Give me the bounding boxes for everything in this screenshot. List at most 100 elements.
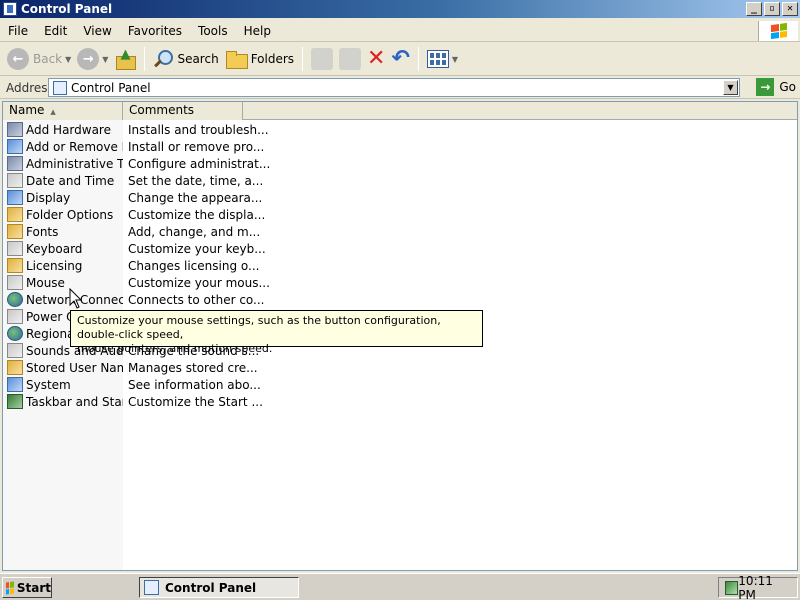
date-time-icon	[7, 173, 23, 188]
regional-options-icon	[7, 326, 23, 341]
folder-options-icon	[7, 207, 23, 222]
menu-favorites[interactable]: Favorites	[120, 24, 190, 38]
delete-x-icon: ✕	[367, 46, 386, 71]
forward-dropdown-icon[interactable]: ▼	[102, 55, 108, 64]
views-dropdown-icon[interactable]: ▼	[452, 55, 458, 64]
item-comment: Customize the Start ...	[128, 394, 263, 409]
list-item[interactable]: Date and Time Set the date, time, a...	[3, 172, 797, 189]
list-item[interactable]: Mouse Customize your mous...	[3, 274, 797, 291]
maximize-button[interactable]: ▫	[764, 2, 780, 16]
system-icon	[7, 377, 23, 392]
search-button[interactable]: Search	[150, 45, 221, 73]
item-name: Keyboard	[26, 241, 83, 256]
views-button[interactable]: ▼	[424, 45, 461, 73]
taskbar-start-icon	[7, 394, 23, 409]
item-name: Add Hardware	[26, 122, 111, 137]
folders-button[interactable]: Folders	[222, 45, 297, 73]
back-button[interactable]: ← Back ▼	[4, 45, 74, 73]
toolbar-separator	[302, 47, 304, 71]
list-rows: Add Hardware Installs and troublesh... Ad…	[3, 121, 797, 410]
start-label: Start	[16, 580, 51, 595]
list-item[interactable]: Taskbar and Start... Customize the Start …	[3, 393, 797, 410]
list-item[interactable]: Administrative Tools Configure administra…	[3, 155, 797, 172]
list-item[interactable]: Keyboard Customize your keyb...	[3, 240, 797, 257]
list-item[interactable]: Add or Remove Pr... Install or remove pro…	[3, 138, 797, 155]
column-header-name[interactable]: Name ▲	[3, 102, 123, 120]
taskbar-item-label: Control Panel	[165, 580, 257, 595]
item-comment: Add, change, and m...	[128, 224, 261, 239]
windows-logo	[758, 21, 798, 41]
stored-user-names-icon	[7, 360, 23, 375]
menu-bar: File Edit View Favorites Tools Help	[0, 20, 800, 42]
column-name-label: Name	[9, 103, 45, 117]
item-name: Stored User Name...	[26, 360, 123, 375]
close-button[interactable]: ✕	[782, 2, 798, 16]
list-item[interactable]: Display Change the appeara...	[3, 189, 797, 206]
list-item[interactable]: Network Connecti...Connects to other co.…	[3, 291, 797, 308]
list-item[interactable]: Fonts Add, change, and m...	[3, 223, 797, 240]
list-item[interactable]: Licensing Changes licensing o...	[3, 257, 797, 274]
address-dropdown-icon[interactable]: ▼	[723, 80, 738, 95]
item-comment: Configure administrat...	[128, 156, 271, 171]
address-bar: Address Control Panel ▼ → Go	[0, 77, 800, 99]
item-comment: Customize the displa...	[128, 207, 266, 222]
go-button[interactable]: → Go	[756, 78, 796, 96]
menu-view[interactable]: View	[75, 24, 119, 38]
back-label: Back	[33, 52, 63, 66]
menu-tools[interactable]: Tools	[190, 24, 236, 38]
delete-button[interactable]: ✕	[364, 45, 388, 73]
address-input[interactable]: Control Panel ▼	[48, 78, 740, 97]
toolbar-separator	[417, 47, 419, 71]
item-name: Administrative Tools	[26, 156, 123, 171]
add-remove-programs-icon	[7, 139, 23, 154]
item-comment: Customize your keyb...	[128, 241, 266, 256]
add-hardware-icon	[7, 122, 23, 137]
folders-icon	[225, 50, 248, 69]
menu-help[interactable]: Help	[236, 24, 279, 38]
control-panel-icon	[53, 80, 67, 95]
up-button[interactable]	[111, 45, 139, 73]
network-tray-icon[interactable]	[725, 580, 739, 595]
list-header: Name ▲ Comments	[3, 102, 797, 120]
start-button[interactable]: Start	[2, 577, 52, 598]
window-title: Control Panel	[21, 2, 113, 16]
up-folder-icon	[114, 47, 137, 70]
address-value: Control Panel	[71, 80, 151, 95]
item-comment: Installs and troublesh...	[128, 122, 269, 137]
back-arrow-icon: ←	[7, 48, 29, 70]
clock[interactable]: 10:11 PM	[738, 574, 791, 600]
list-item[interactable]: Stored User Name... Manages stored cre...	[3, 359, 797, 376]
minimize-button[interactable]: _	[746, 2, 762, 16]
undo-button[interactable]: ↶	[388, 45, 412, 73]
toolbar: ← Back ▼ → ▼ Search Folders ✕ ↶ ▼	[0, 43, 800, 76]
item-comment: Set the date, time, a...	[128, 173, 264, 188]
item-name: Display	[26, 190, 71, 205]
forward-button[interactable]: → ▼	[74, 45, 111, 73]
list-item[interactable]: Add Hardware Installs and troublesh...	[3, 121, 797, 138]
network-connections-icon	[7, 292, 23, 307]
administrative-tools-icon	[7, 156, 23, 171]
list-item[interactable]: Folder Options Customize the displa...	[3, 206, 797, 223]
column-comments-label: Comments	[129, 103, 195, 117]
copy-to-button[interactable]	[336, 45, 364, 73]
move-to-button[interactable]	[308, 45, 336, 73]
back-dropdown-icon[interactable]: ▼	[65, 55, 71, 64]
column-header-comments[interactable]: Comments	[123, 102, 243, 120]
search-label: Search	[177, 52, 219, 66]
menu-file[interactable]: File	[0, 24, 36, 38]
mouse-icon	[7, 275, 23, 290]
copy-to-icon	[339, 48, 362, 70]
taskbar-item-control-panel[interactable]: Control Panel	[139, 577, 299, 598]
power-options-icon	[7, 309, 23, 324]
display-icon	[7, 190, 23, 205]
menu-edit[interactable]: Edit	[36, 24, 75, 38]
keyboard-icon	[7, 241, 23, 256]
item-comment: Install or remove pro...	[128, 139, 265, 154]
item-comment: Change the appeara...	[128, 190, 263, 205]
list-item[interactable]: System See information abo...	[3, 376, 797, 393]
system-tray: 10:11 PM	[718, 574, 798, 600]
taskbar: Start Control Panel 10:11 PM	[0, 573, 800, 600]
search-icon	[153, 49, 174, 69]
item-name: Fonts	[26, 224, 59, 239]
mouse-tooltip: Customize your mouse settings, such as t…	[70, 310, 483, 355]
